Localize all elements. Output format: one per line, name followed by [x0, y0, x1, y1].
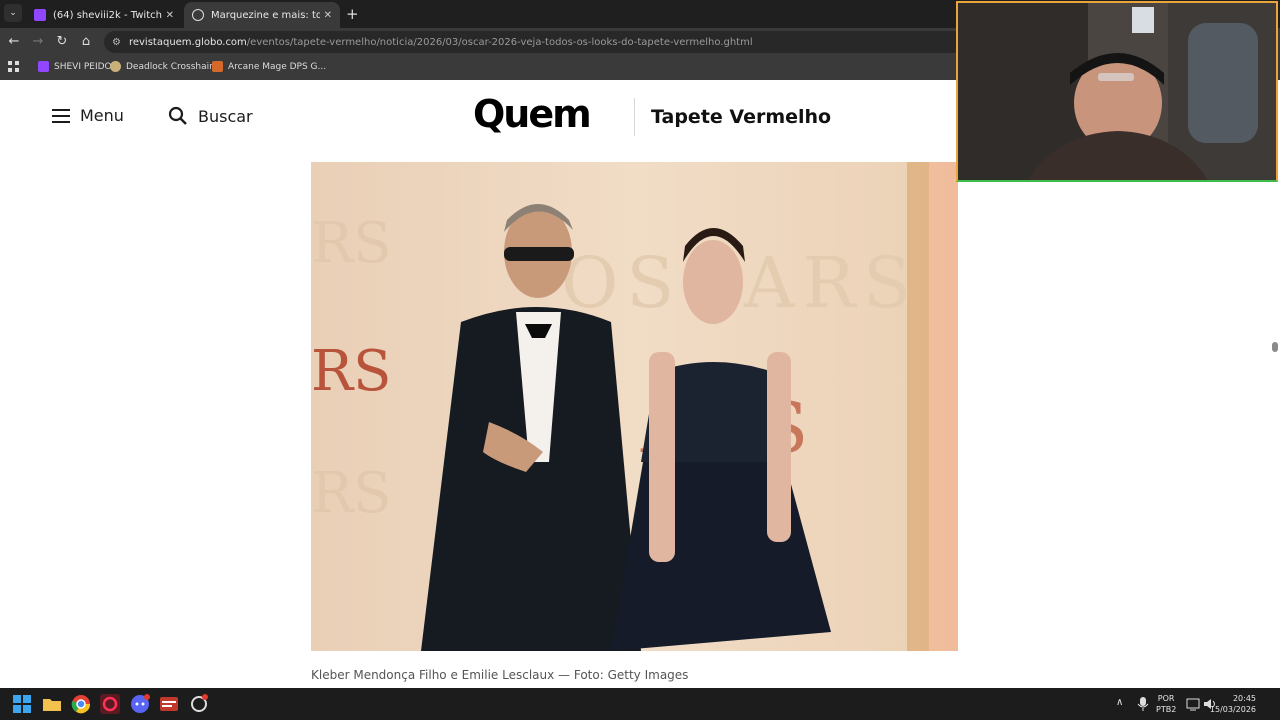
power-app-icon[interactable] — [189, 694, 209, 714]
taskbar: ∧ POR PTB2 20:45 15/03/2026 — [0, 688, 1280, 720]
reload-icon[interactable]: ↻ — [54, 34, 70, 50]
chrome-icon[interactable] — [71, 694, 91, 714]
new-tab-icon[interactable]: + — [346, 5, 359, 23]
webcam-overlay — [956, 1, 1278, 182]
clock-date: 15/03/2026 — [1209, 705, 1256, 714]
clock-time: 20:45 — [1232, 694, 1256, 703]
discord-icon[interactable] — [130, 694, 150, 714]
microphone-icon[interactable] — [1136, 696, 1150, 712]
header-divider — [634, 98, 635, 136]
bookmark-deadlock[interactable]: Deadlock Crosshair... — [110, 61, 221, 72]
streaming-app-icon[interactable] — [159, 694, 179, 714]
hamburger-icon — [52, 108, 70, 123]
site-info-icon[interactable]: ⚙ — [112, 37, 121, 48]
lang-bottom: PTB2 — [1156, 705, 1177, 714]
address-bar[interactable]: ⚙ revistaquem.globo.com/eventos/tapete-v… — [104, 31, 964, 53]
twitch-icon — [38, 61, 49, 72]
opera-gx-icon[interactable] — [100, 694, 120, 714]
svg-text:RS: RS — [311, 339, 392, 404]
deadlock-icon — [110, 61, 121, 72]
tab-title: (64) sheviii2k - Twitch — [53, 9, 162, 21]
tab-quem[interactable]: Marquezine e mais: todos os lo ✕ — [184, 2, 340, 28]
url-path: /eventos/tapete-vermelho/noticia/2026/03… — [246, 36, 753, 48]
site-logo[interactable]: Quem — [473, 92, 592, 136]
close-tab-icon[interactable]: ✕ — [324, 10, 332, 21]
tab-search-button[interactable]: ⌄ — [4, 4, 22, 22]
forward-icon[interactable]: → — [30, 34, 46, 50]
network-icon[interactable] — [1186, 697, 1200, 711]
search-button[interactable]: Buscar — [168, 106, 253, 126]
svg-text:RS: RS — [311, 461, 392, 526]
windows-start-icon[interactable] — [12, 694, 32, 714]
language-indicator[interactable]: POR PTB2 — [1156, 693, 1176, 715]
svg-text:RS: RS — [311, 211, 392, 276]
globo-icon — [192, 9, 204, 21]
menu-button[interactable]: Menu — [52, 106, 124, 125]
apps-icon[interactable] — [8, 61, 19, 72]
photo-caption: Kleber Mendonça Filho e Emilie Lesclaux … — [311, 668, 689, 682]
tab-title: Marquezine e mais: todos os lo — [211, 9, 320, 21]
url-host: revistaquem.globo.com — [128, 36, 247, 48]
tray-overflow-icon[interactable]: ∧ — [1116, 697, 1123, 708]
bookmark-label: SHEVI PEIDO — [54, 61, 112, 72]
back-icon[interactable]: ← — [6, 34, 22, 50]
close-tab-icon[interactable]: ✕ — [166, 10, 174, 21]
bookmark-shevi[interactable]: SHEVI PEIDO — [38, 61, 112, 72]
home-icon[interactable]: ⌂ — [78, 34, 94, 50]
file-explorer-icon[interactable] — [42, 694, 62, 714]
section-title[interactable]: Tapete Vermelho — [651, 106, 831, 128]
tab-twitch[interactable]: (64) sheviii2k - Twitch ✕ — [26, 2, 182, 28]
search-label: Buscar — [198, 106, 253, 126]
page-scrollbar[interactable] — [1272, 342, 1278, 352]
system-clock[interactable]: 20:45 15/03/2026 — [1210, 693, 1256, 715]
twitch-icon — [34, 9, 46, 21]
bookmark-label: Arcane Mage DPS G... — [228, 61, 327, 72]
arcane-icon — [212, 61, 223, 72]
menu-label: Menu — [80, 106, 124, 125]
lang-top: POR — [1157, 694, 1175, 703]
search-icon — [168, 106, 187, 125]
article-photo: RS RS RS OSCARS ARS — [311, 162, 958, 651]
bookmark-label: Deadlock Crosshair... — [126, 61, 221, 72]
bookmark-arcane[interactable]: Arcane Mage DPS G... — [212, 61, 326, 72]
